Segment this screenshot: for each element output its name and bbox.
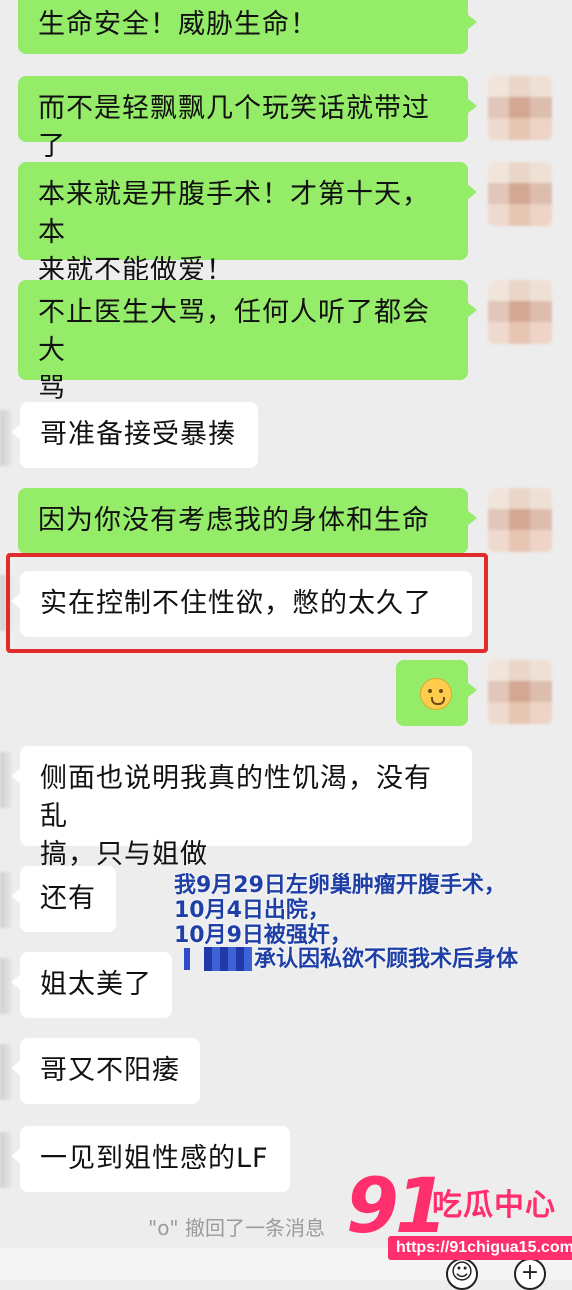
message-bubble-received[interactable]: 还有 bbox=[11, 866, 116, 932]
annotation-line: 我9月29日左卵巢肿瘤开腹手术， bbox=[174, 873, 506, 898]
user-avatar[interactable] bbox=[488, 162, 552, 226]
watermark-url: https://91chigua15.com bbox=[388, 1236, 572, 1260]
message-text: 而不是轻飘飘几个玩笑话就带过了 bbox=[38, 93, 430, 162]
message-text: 姐太美了 bbox=[40, 969, 152, 1000]
message-text: 哥又不阳痿 bbox=[40, 1055, 180, 1086]
message-bubble-received[interactable]: 姐太美了 bbox=[11, 952, 172, 1018]
user-avatar[interactable] bbox=[488, 660, 552, 724]
message-bubble-sent[interactable]: 不止医生大骂，任何人听了都会大 骂 bbox=[18, 280, 477, 404]
message-bubble-received[interactable]: 哥准备接受暴揍 bbox=[11, 402, 258, 468]
message-text: 哥准备接受暴揍 bbox=[40, 419, 236, 450]
user-avatar[interactable] bbox=[488, 280, 552, 344]
redaction-box bbox=[204, 947, 252, 971]
user-avatar[interactable] bbox=[488, 76, 552, 140]
redaction-bar bbox=[184, 948, 190, 970]
annotation-line: 承认因私欲不顾我术后身体 bbox=[254, 947, 519, 972]
message-text-line: 本来就是开腹手术！才第十天，本 bbox=[38, 179, 430, 248]
message-bubble-received[interactable]: 一见到姐性感的LF bbox=[11, 1126, 290, 1192]
message-text: 一见到姐性感的LF bbox=[40, 1143, 269, 1174]
flushed-face-icon bbox=[420, 678, 452, 710]
annotation-line: 10月4日出院， bbox=[174, 898, 330, 923]
message-bubble-sent[interactable]: 本来就是开腹手术！才第十天，本 来就不能做爱！ bbox=[18, 162, 477, 286]
message-bubble-sent[interactable]: 而不是轻飘飘几个玩笑话就带过了 bbox=[18, 76, 477, 162]
message-bubble-received[interactable]: 侧面也说明我真的性饥渴，没有乱 搞，只与姐做 bbox=[11, 746, 472, 870]
message-text-line: 不止医生大骂，任何人听了都会大 bbox=[38, 297, 430, 366]
message-bubble-sent[interactable]: 因为你没有考虑我的身体和生命 bbox=[18, 488, 477, 554]
message-text-line: 侧面也说明我真的性饥渴，没有乱 bbox=[40, 763, 432, 832]
recall-notice: "o" 撤回了一条消息 bbox=[148, 1216, 325, 1240]
watermark-logo: 91 吃瓜中心 https://91chigua15.com bbox=[346, 1162, 572, 1266]
message-text: 还有 bbox=[40, 883, 96, 914]
highlight-box bbox=[6, 553, 488, 653]
message-bubble-sent[interactable]: 生命安全！威胁生命！ bbox=[18, 0, 477, 54]
message-text: 因为你没有考虑我的身体和生命 bbox=[38, 505, 430, 536]
message-bubble-received[interactable]: 哥又不阳痿 bbox=[11, 1038, 200, 1104]
annotation-line: 10月9日被强奸， bbox=[174, 923, 352, 948]
user-avatar[interactable] bbox=[488, 488, 552, 552]
message-text: 生命安全！威胁生命！ bbox=[38, 9, 318, 40]
watermark-brand: 吃瓜中心 bbox=[432, 1188, 556, 1223]
